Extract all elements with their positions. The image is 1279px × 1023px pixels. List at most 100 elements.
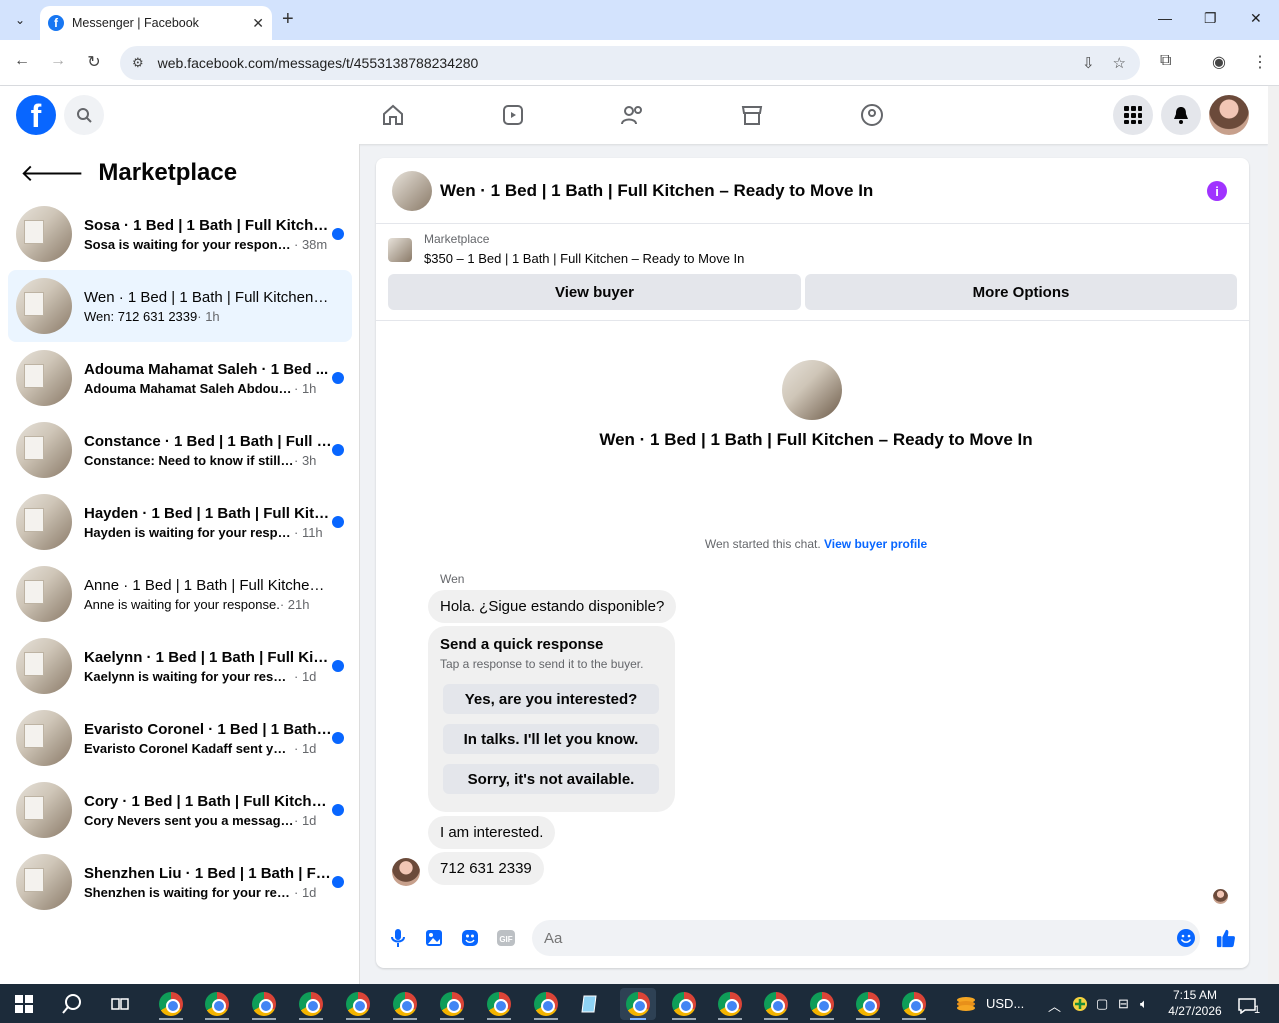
taskbar-chrome-icon[interactable] bbox=[896, 988, 932, 1020]
microphone-icon[interactable] bbox=[388, 928, 408, 948]
marketplace-icon[interactable] bbox=[737, 100, 767, 130]
view-buyer-profile-link[interactable]: View buyer profile bbox=[824, 537, 927, 551]
address-bar[interactable]: ⚙ web.facebook.com/messages/t/4553138788… bbox=[120, 46, 1140, 80]
reload-icon[interactable]: ↻ bbox=[84, 52, 104, 72]
taskbar-chrome-icon[interactable] bbox=[199, 988, 235, 1020]
new-tab-icon[interactable]: + bbox=[282, 8, 294, 31]
gif-icon[interactable]: GIF bbox=[496, 928, 516, 948]
quick-reply-in-talks-button[interactable]: In talks. I'll let you know. bbox=[443, 724, 659, 754]
conversation-name: Shenzhen Liu · 1 Bed | 1 Bath | Fu... bbox=[84, 864, 332, 882]
browser-tab-strip: ⌄ f Messenger | Facebook ✕ + — ❐ ✕ bbox=[0, 0, 1279, 40]
browser-tab[interactable]: f Messenger | Facebook ✕ bbox=[40, 6, 272, 40]
chat-header: Wen · 1 Bed | 1 Bath | Full Kitchen – Re… bbox=[376, 158, 1249, 224]
taskbar-chrome-icon[interactable] bbox=[804, 988, 840, 1020]
emoji-icon[interactable] bbox=[1176, 928, 1196, 948]
conversation-preview: Shenzhen is waiting for your resp... bbox=[84, 884, 294, 900]
conversation-item[interactable]: Shenzhen Liu · 1 Bed | 1 Bath | Fu... She… bbox=[8, 846, 352, 918]
conversation-item[interactable]: Constance · 1 Bed | 1 Bath | Full K... Co… bbox=[8, 414, 352, 486]
more-options-button[interactable]: More Options bbox=[805, 274, 1237, 310]
taskbar-search-icon[interactable] bbox=[54, 988, 90, 1020]
divider bbox=[376, 320, 1249, 321]
conversation-time: · 1d bbox=[294, 884, 317, 900]
buyer-avatar[interactable] bbox=[392, 858, 420, 886]
sticker-icon[interactable] bbox=[460, 928, 480, 948]
volume-icon[interactable]: 🔈︎ bbox=[1140, 996, 1148, 1012]
conversation-item[interactable]: Kaelynn · 1 Bed | 1 Bath | Full Kitc... K… bbox=[8, 630, 352, 702]
url-text[interactable]: web.facebook.com/messages/t/455313878823… bbox=[158, 55, 479, 71]
search-icon[interactable] bbox=[64, 95, 104, 135]
back-icon[interactable]: ← bbox=[12, 52, 32, 70]
notification-center-icon[interactable]: 1 bbox=[1238, 996, 1260, 1016]
bookmark-star-icon[interactable]: ☆ bbox=[1113, 54, 1126, 72]
taskbar-chrome-icon[interactable] bbox=[340, 988, 376, 1020]
listing-summary[interactable]: Marketplace $350 – 1 Bed | 1 Bath | Full… bbox=[388, 232, 744, 266]
taskbar-chrome-icon[interactable] bbox=[153, 988, 189, 1020]
video-icon[interactable] bbox=[498, 100, 528, 130]
menu-dots-icon[interactable]: ⋮ bbox=[1252, 52, 1268, 72]
chat-panel: Wen · 1 Bed | 1 Bath | Full Kitchen – Re… bbox=[376, 158, 1249, 968]
conversation-preview: Anne is waiting for your response. bbox=[84, 596, 280, 612]
notifications-bell-icon[interactable] bbox=[1161, 95, 1201, 135]
taskbar-chrome-icon-active[interactable] bbox=[620, 988, 656, 1020]
conversation-item[interactable]: Sosa · 1 Bed | 1 Bath | Full Kitche... So… bbox=[8, 198, 352, 270]
currency-widget-label[interactable]: USD... bbox=[986, 996, 1024, 1011]
taskbar-chrome-icon[interactable] bbox=[387, 988, 423, 1020]
taskbar-clock[interactable]: 7:15 AM 4/27/2026 bbox=[1168, 987, 1222, 1019]
tab-title: Messenger | Facebook bbox=[72, 16, 199, 30]
like-thumbs-up-icon[interactable] bbox=[1216, 928, 1236, 948]
taskbar-chrome-icon[interactable] bbox=[481, 988, 517, 1020]
tab-search-chevron-icon[interactable]: ⌄ bbox=[8, 8, 32, 32]
chat-header-title[interactable]: Wen · 1 Bed | 1 Bath | Full Kitchen – Re… bbox=[440, 181, 873, 201]
tray-chevron-up-icon[interactable]: ︿ bbox=[1048, 996, 1061, 1015]
restore-icon[interactable]: ❐ bbox=[1204, 10, 1217, 27]
install-app-icon[interactable]: ⇩ bbox=[1082, 54, 1095, 72]
home-icon[interactable] bbox=[378, 100, 408, 130]
taskbar-chrome-icon[interactable] bbox=[434, 988, 470, 1020]
close-window-icon[interactable]: ✕ bbox=[1250, 10, 1262, 27]
taskbar-chrome-icon[interactable] bbox=[712, 988, 748, 1020]
site-info-icon[interactable]: ⚙ bbox=[132, 55, 144, 71]
friends-icon[interactable] bbox=[618, 100, 648, 130]
message-input[interactable] bbox=[532, 920, 1200, 956]
message-bubble: 712 631 2339 bbox=[428, 852, 544, 885]
taskbar-chrome-icon[interactable] bbox=[850, 988, 886, 1020]
extensions-icon[interactable]: ⧉ bbox=[1160, 52, 1171, 70]
conversation-item[interactable]: Anne · 1 Bed | 1 Bath | Full Kitchen ...… bbox=[8, 558, 352, 630]
windows-start-icon[interactable] bbox=[6, 988, 42, 1020]
task-view-icon[interactable] bbox=[102, 988, 138, 1020]
network-icon[interactable]: ⊟ bbox=[1118, 996, 1129, 1012]
quick-reply-not-available-button[interactable]: Sorry, it's not available. bbox=[443, 764, 659, 794]
conversation-item[interactable]: Adouma Mahamat Saleh · 1 Bed ... Adouma M… bbox=[8, 342, 352, 414]
tray-device-icon[interactable]: ▢ bbox=[1096, 996, 1108, 1012]
conversation-item[interactable]: Hayden · 1 Bed | 1 Bath | Full Kitc... Ha… bbox=[8, 486, 352, 558]
currency-widget-icon[interactable] bbox=[948, 988, 984, 1020]
minimize-icon[interactable]: — bbox=[1158, 10, 1172, 26]
taskbar-chrome-icon[interactable] bbox=[758, 988, 794, 1020]
conversation-item[interactable]: Evaristo Coronel · 1 Bed | 1 Bath |... Ev… bbox=[8, 702, 352, 774]
tab-close-icon[interactable]: ✕ bbox=[252, 15, 264, 32]
conversation-item[interactable]: Cory · 1 Bed | 1 Bath | Full Kitche... Co… bbox=[8, 774, 352, 846]
taskbar-chrome-icon[interactable] bbox=[293, 988, 329, 1020]
view-buyer-button[interactable]: View buyer bbox=[388, 274, 801, 310]
taskbar-notes-icon[interactable] bbox=[572, 988, 608, 1020]
info-icon[interactable]: i bbox=[1207, 181, 1227, 201]
conversation-item[interactable]: Wen · 1 Bed | 1 Bath | Full Kitchen –...… bbox=[8, 270, 352, 342]
taskbar-chrome-icon[interactable] bbox=[528, 988, 564, 1020]
taskbar-chrome-icon[interactable] bbox=[666, 988, 702, 1020]
chat-header-thumbnail[interactable] bbox=[392, 170, 432, 211]
back-arrow-icon[interactable]: 🡐 bbox=[20, 158, 84, 188]
tray-app-icon[interactable] bbox=[1072, 996, 1088, 1015]
conversation-preview: Wen: 712 631 2339 bbox=[84, 308, 198, 324]
conversation-name: Kaelynn · 1 Bed | 1 Bath | Full Kitc... bbox=[84, 648, 332, 666]
clock-date: 4/27/2026 bbox=[1168, 1004, 1222, 1018]
groups-icon[interactable] bbox=[857, 100, 887, 130]
page-scrollbar[interactable] bbox=[1268, 86, 1279, 984]
taskbar-chrome-icon[interactable] bbox=[246, 988, 282, 1020]
profile-icon[interactable]: ◉ bbox=[1212, 52, 1226, 72]
facebook-logo-icon[interactable]: f bbox=[16, 95, 56, 135]
menu-grid-icon[interactable] bbox=[1113, 95, 1153, 135]
quick-reply-yes-button[interactable]: Yes, are you interested? bbox=[443, 684, 659, 714]
photo-icon[interactable] bbox=[424, 928, 444, 948]
account-avatar[interactable] bbox=[1209, 95, 1249, 135]
forward-icon[interactable]: → bbox=[48, 52, 68, 70]
